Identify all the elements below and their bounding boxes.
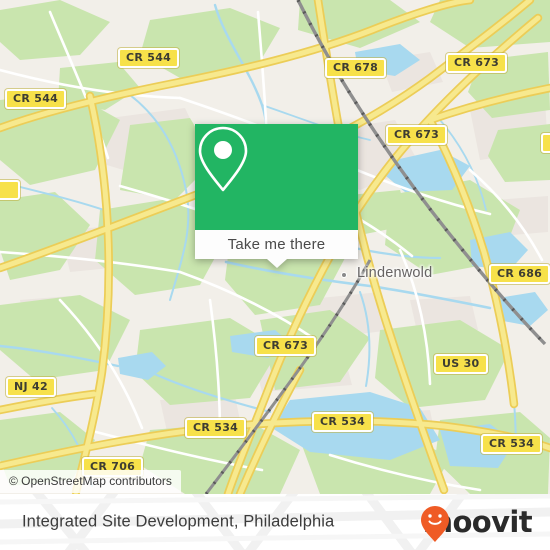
road-shield: CR 534: [312, 412, 374, 432]
road-shield: CR 544: [5, 89, 67, 109]
footer-bar: Integrated Site Development, Philadelphi…: [0, 494, 550, 550]
map-canvas[interactable]: CR 544 CR 544 CR 678 CR 673 CR 673 CR 67…: [0, 0, 550, 494]
popup-header: [195, 124, 358, 230]
take-me-there-button[interactable]: Take me there: [195, 230, 358, 259]
moovit-logo[interactable]: moovit: [420, 505, 533, 542]
road-shield-clipped: [0, 180, 20, 200]
map-screenshot: CR 544 CR 544 CR 678 CR 673 CR 673 CR 67…: [0, 0, 550, 550]
popup-pointer: [266, 259, 287, 268]
road-shield: CR 544: [118, 48, 180, 68]
road-shield: NJ 42: [6, 377, 56, 397]
road-shield: CR 534: [185, 418, 247, 438]
place-label-lindenwold: Lindenwold: [357, 265, 433, 281]
road-shield: US 30: [434, 354, 488, 374]
place-dot-lindenwold: [341, 272, 347, 278]
map-attribution[interactable]: © OpenStreetMap contributors: [0, 470, 181, 493]
road-shield: CR 686: [489, 264, 550, 284]
road-shield: CR 678: [325, 58, 387, 78]
road-shield: CR 534: [481, 434, 543, 454]
location-popup-card[interactable]: Take me there: [195, 124, 358, 268]
road-shield: CR 673: [255, 336, 317, 356]
road-shield: CR 673: [386, 125, 448, 145]
take-me-there-label: Take me there: [227, 236, 326, 253]
road-shield-clipped: [541, 133, 550, 153]
road-shield: CR 673: [446, 53, 508, 73]
page-title: Integrated Site Development, Philadelphi…: [22, 512, 335, 531]
